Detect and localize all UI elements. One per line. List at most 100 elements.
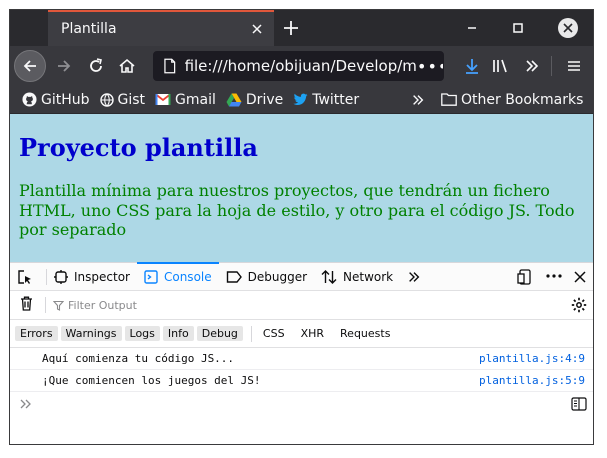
overflow-menu-button[interactable] — [516, 50, 548, 82]
close-devtools-button[interactable] — [573, 270, 587, 288]
log-source-link[interactable]: plantilla.js:4:9 — [479, 352, 585, 365]
filter-warnings-button[interactable]: Warnings — [60, 326, 122, 341]
gist-icon — [99, 92, 114, 107]
home-button[interactable] — [111, 50, 143, 82]
log-source-link[interactable]: plantilla.js:5:9 — [479, 374, 585, 387]
back-button[interactable] — [14, 50, 46, 82]
page-content: Proyecto plantilla Plantilla mínima para… — [10, 114, 593, 262]
filter-divider — [45, 297, 46, 313]
prompt-chevron-icon — [20, 399, 31, 409]
debugger-icon — [226, 270, 242, 283]
devtools-options-button[interactable] — [545, 267, 563, 289]
ellipsis-icon — [546, 274, 562, 278]
chevron-double-right-icon — [409, 271, 420, 282]
tab-debugger-label: Debugger — [247, 269, 308, 284]
maximize-icon — [513, 23, 523, 33]
maximize-button[interactable] — [495, 10, 541, 46]
bookmark-github-label: GitHub — [41, 91, 90, 108]
network-icon — [321, 269, 337, 284]
new-tab-button[interactable] — [274, 10, 308, 46]
library-icon — [493, 59, 507, 73]
tab-strip-spacer — [10, 10, 48, 46]
console-filter-bar: Filter Output — [10, 291, 593, 320]
log-message: Aquí comienza tu código JS... — [42, 352, 235, 365]
tab-debugger[interactable]: Debugger — [219, 263, 314, 291]
twitter-icon — [293, 93, 308, 106]
tab-network-label: Network — [343, 269, 394, 284]
bookmark-twitter[interactable]: Twitter — [293, 92, 359, 108]
reload-button[interactable] — [80, 50, 112, 82]
bookmark-drive-label: Drive — [245, 91, 284, 108]
log-message: ¡Que comiencen los juegos del JS! — [42, 374, 261, 387]
filter-placeholder: Filter Output — [68, 298, 137, 312]
bookmark-gmail[interactable]: Gmail — [155, 92, 216, 108]
browser-window: Plantilla file:///home/obijuan/Develop/m… — [9, 9, 594, 445]
url-bar[interactable]: file:///home/obijuan/Develop/my ••• — [153, 51, 444, 81]
bookmark-github[interactable]: GitHub — [22, 92, 90, 108]
browser-tab[interactable]: Plantilla — [48, 10, 274, 46]
reload-icon — [90, 58, 102, 72]
arrow-right-icon — [58, 60, 71, 72]
toolbar-divider — [551, 56, 552, 76]
responsive-design-icon — [517, 269, 531, 285]
close-window-icon — [558, 18, 578, 38]
library-button[interactable] — [484, 50, 516, 82]
folder-icon — [441, 93, 457, 106]
filter-output-input[interactable]: Filter Output — [53, 299, 137, 312]
tab-title: Plantilla — [61, 21, 117, 37]
filter-icon — [53, 300, 64, 311]
bookmark-gist[interactable]: Gist — [99, 91, 146, 108]
tab-inspector[interactable]: Inspector — [47, 263, 137, 291]
gear-icon — [571, 297, 587, 313]
minimize-icon — [468, 27, 476, 29]
filter-requests-button[interactable]: Requests — [335, 326, 395, 341]
devtools-toolbar: Inspector Console Debugger Network — [10, 261, 593, 291]
console-settings-button[interactable] — [571, 297, 587, 317]
close-window-button[interactable] — [541, 10, 593, 46]
other-bookmarks-button[interactable]: Other Bookmarks — [441, 92, 583, 108]
element-picker-button[interactable] — [10, 263, 46, 291]
console-log-row: Aquí comienza tu código JS... plantilla.… — [10, 348, 593, 370]
filter-logs-button[interactable]: Logs — [124, 326, 160, 341]
main-menu-button[interactable] — [558, 50, 590, 82]
filter-debug-button[interactable]: Debug — [196, 326, 243, 341]
url-text: file:///home/obijuan/Develop/my — [184, 57, 417, 75]
category-divider — [250, 325, 252, 342]
bookmark-gmail-label: Gmail — [175, 91, 216, 108]
console-log-row: ¡Que comiencen los juegos del JS! planti… — [10, 370, 593, 392]
filter-errors-button[interactable]: Errors — [15, 326, 58, 341]
console-input[interactable] — [10, 392, 593, 416]
bookmarks-bar: GitHub Gist Gmail Drive Twitter Other Bo… — [10, 86, 593, 114]
filter-info-button[interactable]: Info — [162, 326, 194, 341]
page-heading: Proyecto plantilla — [19, 133, 258, 162]
trash-icon — [21, 296, 32, 311]
clear-console-button[interactable] — [20, 296, 33, 315]
responsive-design-button[interactable] — [517, 269, 533, 289]
bookmarks-overflow-button[interactable] — [411, 93, 429, 107]
bookmark-gist-label: Gist — [117, 91, 146, 108]
other-bookmarks-label: Other Bookmarks — [461, 91, 584, 108]
chevron-double-right-icon — [526, 60, 539, 72]
tab-network[interactable]: Network — [314, 263, 400, 291]
page-icon — [164, 58, 176, 74]
page-paragraph: Plantilla mínima para nuestros proyectos… — [19, 181, 575, 239]
chevron-double-right-icon — [413, 94, 424, 105]
github-icon — [22, 92, 37, 107]
filter-css-button[interactable]: CSS — [258, 326, 290, 341]
bookmark-twitter-label: Twitter — [312, 91, 360, 108]
split-console-icon[interactable] — [571, 397, 587, 411]
page-actions-menu[interactable]: ••• — [417, 57, 443, 76]
devtools-more-tabs-button[interactable] — [400, 263, 434, 291]
download-arrow-icon — [466, 59, 478, 74]
close-tab-icon[interactable] — [250, 22, 264, 36]
tab-console-label: Console — [163, 269, 212, 284]
forward-button[interactable] — [48, 50, 80, 82]
drive-icon — [226, 93, 242, 106]
inspector-icon — [54, 269, 68, 284]
hamburger-menu-icon — [568, 61, 580, 71]
filter-xhr-button[interactable]: XHR — [296, 326, 329, 341]
tab-console[interactable]: Console — [136, 261, 219, 291]
minimize-button[interactable] — [449, 10, 495, 46]
bookmark-drive[interactable]: Drive — [226, 92, 283, 108]
tab-inspector-label: Inspector — [74, 269, 130, 284]
